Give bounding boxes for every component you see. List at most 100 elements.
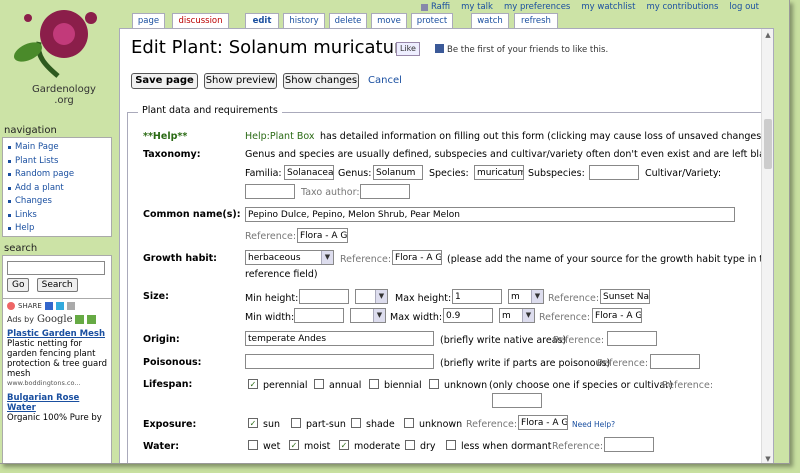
cancel-link[interactable]: Cancel <box>368 75 402 86</box>
save-page-button[interactable]: Save page <box>131 73 198 89</box>
origin-reference-input[interactable] <box>607 331 657 346</box>
plant-data-fieldset <box>127 112 767 463</box>
tab-watch[interactable]: watch <box>471 13 509 28</box>
user-link-logout[interactable]: log out <box>729 2 759 12</box>
sidebar-item-links[interactable]: Links <box>7 209 107 223</box>
tab-protect[interactable]: protect <box>411 13 453 28</box>
shade-checkbox[interactable] <box>351 418 361 428</box>
ads-by-google[interactable]: Ads by Google <box>7 314 107 325</box>
show-changes-button[interactable]: Show changes <box>283 73 359 89</box>
user-link-talk[interactable]: my talk <box>461 2 493 12</box>
growth-reference-label: Reference: <box>340 254 392 265</box>
sidebar-item-changes[interactable]: Changes <box>7 195 107 209</box>
help-link[interactable]: Help:Plant Box <box>245 131 314 142</box>
growth-reference-input[interactable]: Flora - A G <box>392 250 442 265</box>
sun-label: sun <box>263 419 280 430</box>
poisonous-reference-input[interactable] <box>650 354 700 369</box>
twitter-icon[interactable] <box>55 302 64 310</box>
unknown-lifespan-checkbox[interactable] <box>429 379 439 389</box>
wet-checkbox[interactable] <box>248 440 258 450</box>
origin-input[interactable]: temperate Andes <box>245 331 434 346</box>
size-reference-input[interactable]: Sunset Na <box>600 289 650 304</box>
need-help-link[interactable]: Need Help? <box>572 420 615 429</box>
email-icon[interactable] <box>66 302 75 310</box>
max-height-input[interactable]: 1 <box>452 289 502 304</box>
user-link-preferences[interactable]: my preferences <box>504 2 570 12</box>
ad-title[interactable]: Bulgarian Rose Water <box>7 393 107 413</box>
sun-checkbox[interactable]: ✓ <box>248 418 258 428</box>
part-sun-checkbox[interactable] <box>291 418 301 428</box>
moist-checkbox[interactable]: ✓ <box>289 440 299 450</box>
cultivar-input[interactable] <box>245 184 295 199</box>
poisonous-input[interactable] <box>245 354 434 369</box>
water-reference-input[interactable] <box>604 437 654 452</box>
ad-url[interactable]: www.boddingtons.co... <box>7 379 107 387</box>
genus-input[interactable]: Solanum <box>373 165 423 180</box>
scrollbar-thumb[interactable] <box>764 119 772 169</box>
tab-refresh[interactable]: refresh <box>514 13 558 28</box>
genus-label: Genus: <box>338 168 372 179</box>
max-width-input[interactable]: 0.9 <box>443 308 493 323</box>
go-button[interactable]: Go <box>7 278 30 292</box>
user-link-raffi[interactable]: Raffi <box>431 2 450 12</box>
sidebar-item-main-page[interactable]: Main Page <box>7 141 107 155</box>
share-icon <box>7 302 15 310</box>
site-logo[interactable]: Gardenology .org <box>6 6 116 106</box>
growth-habit-select[interactable]: herbaceous ▼ <box>245 250 334 265</box>
ad-prev-icon[interactable] <box>75 315 85 324</box>
scroll-down-icon[interactable]: ▼ <box>764 455 772 463</box>
tab-page[interactable]: page <box>132 13 165 28</box>
taxo-author-input[interactable] <box>360 184 410 199</box>
user-link-watchlist[interactable]: my watchlist <box>581 2 635 12</box>
familia-label: Familia: <box>245 168 282 179</box>
common-reference-input[interactable]: Flora - A G <box>297 228 348 243</box>
width-reference-label: Reference: <box>539 312 591 323</box>
search-input[interactable] <box>7 261 105 275</box>
tab-move[interactable]: move <box>371 13 407 28</box>
part-sun-label: part-sun <box>306 419 346 430</box>
show-preview-button[interactable]: Show preview <box>204 73 277 89</box>
tab-discussion[interactable]: discussion <box>172 13 229 28</box>
max-height-unit-select[interactable]: m ▼ <box>508 289 544 304</box>
size-label: Size: <box>143 291 169 302</box>
moderate-checkbox[interactable]: ✓ <box>339 440 349 450</box>
facebook-like-button[interactable]: Like <box>396 42 420 56</box>
annual-checkbox[interactable] <box>314 379 324 389</box>
sidebar-item-plant-lists[interactable]: Plant Lists <box>7 155 107 169</box>
dry-label: dry <box>420 441 436 452</box>
ad-title[interactable]: Plastic Garden Mesh <box>7 329 107 339</box>
exposure-reference-input[interactable]: Flora - A G <box>518 415 568 430</box>
sidebar-item-add-a-plant[interactable]: Add a plant <box>7 182 107 196</box>
user-link-contributions[interactable]: my contributions <box>646 2 718 12</box>
min-width-unit-select[interactable]: ▼ <box>350 308 386 323</box>
sidebar-item-help[interactable]: Help <box>7 222 107 236</box>
facebook-icon[interactable] <box>44 302 53 310</box>
min-height-input[interactable] <box>299 289 349 304</box>
perennial-checkbox[interactable]: ✓ <box>248 379 258 389</box>
scroll-up-icon[interactable]: ▲ <box>764 31 772 39</box>
ad-next-icon[interactable] <box>87 315 97 324</box>
less-when-dormant-checkbox[interactable] <box>446 440 456 450</box>
lifespan-reference-input[interactable] <box>492 393 542 408</box>
familia-input[interactable]: Solanaceae <box>284 165 334 180</box>
search-button[interactable]: Search <box>36 278 78 292</box>
share-bar[interactable]: SHARE <box>7 302 107 310</box>
biennial-checkbox[interactable] <box>369 379 379 389</box>
tab-edit[interactable]: edit <box>245 13 279 28</box>
page-scrollbar[interactable]: ▲ ▼ <box>761 29 773 463</box>
dry-checkbox[interactable] <box>405 440 415 450</box>
water-reference-label: Reference: <box>552 441 604 452</box>
species-input[interactable]: muricatum <box>474 165 524 180</box>
tab-history[interactable]: history <box>283 13 325 28</box>
unknown-exposure-checkbox[interactable] <box>404 418 414 428</box>
sidebar-item-random-page[interactable]: Random page <box>7 168 107 182</box>
max-width-unit-select[interactable]: m ▼ <box>499 308 535 323</box>
common-names-input[interactable]: Pepino Dulce, Pepino, Melon Shrub, Pear … <box>245 207 735 222</box>
min-width-input[interactable] <box>294 308 344 323</box>
ad-text: Plastic netting for garden fencing plant… <box>7 339 107 379</box>
min-height-unit-select[interactable]: ▼ <box>355 289 388 304</box>
common-names-label: Common name(s): <box>143 209 241 220</box>
subspecies-input[interactable] <box>589 165 639 180</box>
width-reference-input[interactable]: Flora - A G <box>592 308 642 323</box>
tab-delete[interactable]: delete <box>329 13 367 28</box>
